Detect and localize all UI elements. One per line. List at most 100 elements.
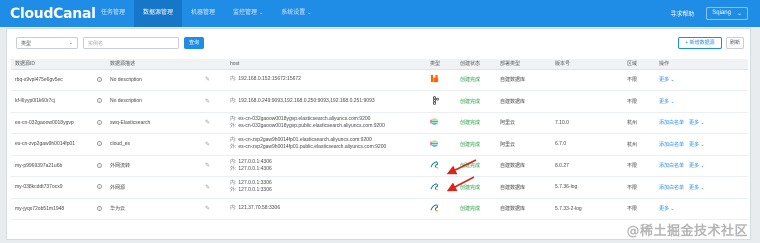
more-actions-link[interactable]: 更多 ⌄: [659, 99, 675, 105]
host-cell: 内: es-cn-032gaoow0018ygvp.elasticsearch.a…: [226, 112, 426, 134]
region-cell: 不限: [623, 91, 655, 113]
more-actions-link[interactable]: 更多 ⌄: [659, 77, 675, 83]
more-actions-link[interactable]: 更多 ⌄: [689, 185, 705, 191]
help-link[interactable]: 寻求帮助: [670, 9, 694, 18]
region-cell: 不限: [623, 198, 655, 220]
actions-cell: 添加白名单 更多 ⌄: [655, 134, 748, 156]
edit-icon[interactable]: ✎: [205, 142, 210, 148]
edit-cell: ✎: [201, 91, 226, 113]
datasource-id: my-p9969397a21u6b: [15, 162, 63, 169]
datasource-description: 外网源: [110, 184, 126, 191]
host-line: 内: 121.37.70.58:3306: [230, 205, 422, 212]
datasource-id: es-cn-zvp2gaw9h0014fp01: [15, 141, 76, 148]
deploy-type-cell: 自建数据库: [496, 198, 551, 220]
version: 5.7.36-log: [555, 184, 578, 191]
more-actions-link[interactable]: 更多 ⌄: [659, 206, 675, 212]
more-actions-link[interactable]: 更多 ⌄: [689, 163, 705, 169]
version-cell: [551, 91, 623, 113]
datasource-id: es-cn-032gaoow0018ygvp: [15, 119, 74, 126]
host-line: 内: 127.0.0.1:4306: [230, 159, 422, 166]
table-row: es-cn-zvp2gaw9h0014fp01 i cloud_es ✎ 内: es-cn…: [11, 134, 748, 156]
host-address: es-cn-032gaoow0018ygvp.elasticsearch.ali…: [238, 115, 371, 122]
add-whitelist-link[interactable]: 添加白名单: [659, 185, 684, 191]
type-select[interactable]: 类型 ⌄: [16, 37, 78, 49]
mysql-icon: [430, 161, 439, 169]
search-placeholder: 实例名: [88, 40, 104, 47]
add-whitelist-link[interactable]: 添加白名单: [659, 120, 684, 126]
host-line: 内: es-cn-zvp2gaw9h0014fp01.elasticsearch.…: [230, 137, 422, 144]
type-cell: [426, 155, 456, 177]
status-badge: 创建完成: [460, 141, 481, 148]
edit-icon[interactable]: ✎: [205, 99, 210, 105]
version: 7.10.0: [555, 119, 569, 126]
column-header: 数据源描述: [106, 59, 201, 70]
chevron-down-icon: ⌄: [68, 40, 73, 46]
datasource-id-cell: es-cn-032gaoow0018ygvp i: [11, 112, 106, 134]
edit-icon[interactable]: ✎: [205, 163, 210, 169]
deploy-type-cell: 自建数据库: [496, 91, 551, 113]
actions-cell: 更多 ⌄: [655, 69, 748, 91]
host-line: 外: es-cn-032gaoow0018ygvp.public.elastics…: [230, 123, 422, 130]
status-cell: 创建完成: [456, 91, 496, 113]
edit-icon[interactable]: ✎: [205, 185, 210, 191]
edit-cell: ✎: [201, 69, 226, 91]
deploy-type: 阿里云: [500, 120, 516, 127]
host-address: 127.0.0.1:4306: [238, 158, 272, 165]
description-cell: 外网源: [106, 177, 201, 199]
datasource-id: my-038kcddt737ocx9: [15, 184, 63, 191]
region: 杭州: [627, 120, 638, 127]
edit-icon[interactable]: ✎: [205, 120, 210, 126]
host-network-label: 外:: [230, 187, 237, 194]
host-line: 内: es-cn-032gaoow0018ygvp.elasticsearch.a…: [230, 116, 422, 123]
add-datasource-button[interactable]: + 新增数据源: [678, 37, 722, 49]
nav-item[interactable]: 数据源管理: [134, 0, 183, 27]
actions-cell: 添加白名单 更多 ⌄: [655, 155, 748, 177]
edit-cell: ✎: [201, 198, 226, 220]
host-address: es-cn-zvp2gaw9h0014fp01.elasticsearch.al…: [238, 137, 372, 144]
more-actions-link[interactable]: 更多 ⌄: [689, 120, 705, 126]
add-whitelist-link[interactable]: 添加白名单: [659, 142, 684, 148]
elasticsearch-icon: [430, 118, 439, 125]
info-icon[interactable]: i: [97, 76, 102, 82]
column-header: 区域: [623, 59, 655, 70]
host-cell: 内: 127.0.0.1:3306 外: 127.0.0.1:3306: [226, 177, 426, 199]
username: Sqiang: [712, 10, 731, 16]
user-menu[interactable]: Sqiang ⌄: [706, 7, 748, 20]
nav-item[interactable]: 监控管理 ⌄: [224, 0, 272, 27]
add-whitelist-link[interactable]: 添加白名单: [659, 163, 684, 169]
region-cell: 不限: [623, 155, 655, 177]
region: 不限: [627, 163, 638, 170]
refresh-button[interactable]: 刷新: [726, 37, 744, 49]
actions-cell: 更多 ⌄: [655, 91, 748, 113]
nav-item[interactable]: 机器管理: [182, 0, 224, 27]
status-badge: 创建完成: [460, 184, 481, 191]
host-line: 内: 192.168.0.249:9093,192.168.0.250:9093,…: [230, 98, 422, 105]
actions-cell: 添加白名单 更多 ⌄: [655, 177, 748, 199]
host-address: 192.168.0.249:9093,192.168.0.250:9093,19…: [238, 97, 375, 104]
instance-search-input[interactable]: 实例名: [83, 37, 179, 49]
description-cell: No description: [106, 91, 201, 113]
info-icon[interactable]: i: [97, 141, 102, 147]
datasource-id-cell: kf-l6yyp0l1k60r7cj i: [11, 91, 106, 113]
info-icon[interactable]: i: [97, 98, 102, 104]
host-network-label: 内:: [230, 158, 237, 165]
nav-item[interactable]: 系统设置 ⌄: [272, 0, 320, 27]
edit-icon[interactable]: ✎: [205, 77, 210, 83]
nav-item[interactable]: 任务管理: [92, 0, 134, 27]
status-cell: 创建完成: [456, 155, 496, 177]
info-icon[interactable]: i: [97, 162, 102, 168]
datasource-description: 外网流转: [110, 163, 131, 170]
host-cell: 内: 121.37.70.58:3306: [226, 198, 426, 220]
table-row: rbq-s9vpl475e6gv5ec i No description ✎ 内: 192…: [11, 69, 748, 91]
info-icon[interactable]: i: [97, 119, 102, 125]
version-cell: [551, 69, 623, 91]
region: 杭州: [627, 141, 638, 148]
more-actions-link[interactable]: 更多 ⌄: [689, 142, 705, 148]
info-icon[interactable]: i: [97, 205, 102, 211]
region: 不限: [627, 206, 638, 213]
type-cell: [426, 112, 456, 134]
table-header-row: 数据源ID 数据源描述 host 类型 创建状态 部署类型 版本号 区域 操作: [11, 59, 748, 70]
search-button[interactable]: 查询: [184, 37, 204, 49]
edit-icon[interactable]: ✎: [205, 206, 210, 212]
info-icon[interactable]: i: [97, 184, 102, 190]
